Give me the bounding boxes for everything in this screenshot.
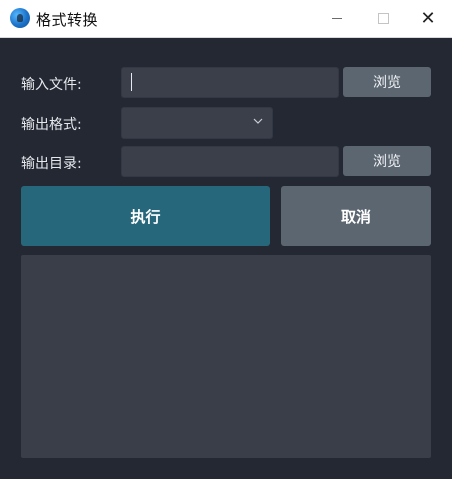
- output-dir-browse-button[interactable]: 浏览: [343, 146, 431, 176]
- maximize-icon: [377, 13, 389, 24]
- title-bar[interactable]: 格式转换 ✕: [0, 0, 452, 38]
- log-output-area[interactable]: [21, 255, 431, 458]
- maximize-button[interactable]: [360, 0, 406, 37]
- app-window: 格式转换 ✕ 输入文件: 浏览 输出格式: 输出目录: 浏览 执行 取消: [0, 0, 452, 479]
- close-button[interactable]: ✕: [405, 0, 451, 37]
- input-file-label: 输入文件:: [21, 77, 82, 93]
- app-globe-icon: [10, 8, 30, 28]
- input-file-browse-button[interactable]: 浏览: [343, 67, 431, 97]
- output-dir-field[interactable]: [121, 146, 339, 177]
- cancel-button[interactable]: 取消: [281, 186, 431, 246]
- output-format-label: 输出格式:: [21, 117, 82, 133]
- chevron-down-icon: [253, 118, 263, 124]
- minimize-button[interactable]: [314, 0, 360, 37]
- text-caret: [131, 73, 132, 91]
- output-dir-label: 输出目录:: [21, 156, 82, 172]
- window-title: 格式转换: [36, 11, 99, 29]
- minimize-icon: [332, 18, 342, 19]
- input-file-field[interactable]: [121, 67, 339, 98]
- output-format-select[interactable]: [121, 107, 273, 139]
- execute-button[interactable]: 执行: [21, 186, 270, 246]
- close-icon: ✕: [420, 7, 436, 29]
